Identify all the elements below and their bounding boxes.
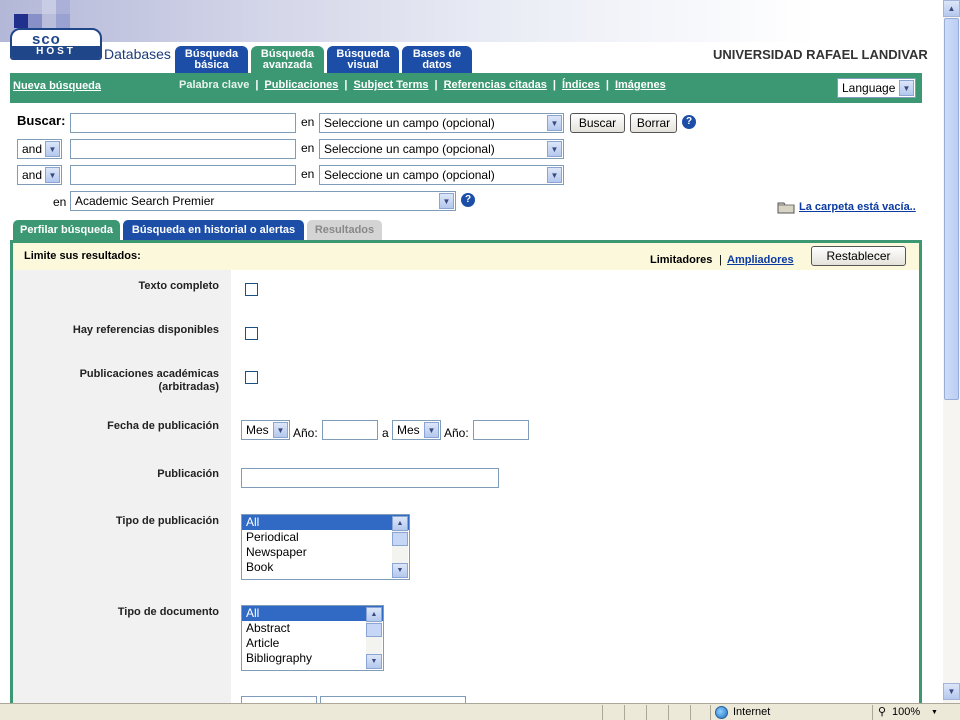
status-bar: Internet ⚲ 100% ▼: [0, 703, 960, 720]
scholarly-label: Publicaciones académicas (arbitradas): [79, 368, 219, 393]
limiters-label: Limitadores: [650, 254, 713, 266]
list-item[interactable]: Article: [242, 636, 383, 651]
clear-button[interactable]: Borrar: [630, 113, 677, 133]
list-item[interactable]: Periodical: [242, 530, 409, 545]
tab-advanced-search[interactable]: Búsqueda avanzada: [251, 46, 324, 74]
tab-results[interactable]: Resultados: [307, 220, 382, 240]
field-select-2[interactable]: Seleccione un campo (opcional) ▼: [319, 139, 564, 159]
expanders-link[interactable]: Ampliadores: [727, 254, 794, 266]
nav-subject-terms[interactable]: Subject Terms: [353, 79, 428, 91]
search-input-3[interactable]: [70, 165, 296, 185]
pub-date-label: Fecha de publicación: [107, 420, 219, 432]
scroll-up-icon[interactable]: ▲: [366, 607, 382, 622]
references-label: Hay referencias disponibles: [72, 324, 219, 336]
search-input-2[interactable]: [70, 139, 296, 159]
year-to-label: Año:: [444, 426, 469, 440]
in-label-3: en: [301, 167, 315, 181]
references-checkbox[interactable]: [245, 327, 258, 340]
pub-type-listbox[interactable]: All Periodical Newspaper Book ▲ ▼: [241, 514, 410, 580]
chevron-down-icon: ▼: [45, 167, 60, 183]
sub-navigation: Palabra clave | Publicaciones | Subject …: [179, 79, 666, 91]
tab-databases[interactable]: Bases de datos: [402, 46, 472, 73]
window-scrollbar[interactable]: ▲ ▼: [943, 0, 960, 703]
globe-icon: [715, 706, 728, 719]
date-to-label: a: [382, 426, 389, 440]
header-decoration: [0, 0, 960, 42]
tab-basic-search[interactable]: Búsqueda básica: [175, 46, 248, 73]
nav-publications[interactable]: Publicaciones: [264, 79, 338, 91]
chevron-down-icon: ▼: [931, 709, 938, 716]
operator-select-2[interactable]: and ▼: [17, 139, 62, 159]
list-item[interactable]: Bibliography: [242, 651, 383, 666]
full-text-checkbox[interactable]: [245, 283, 258, 296]
chevron-down-icon: ▼: [424, 422, 439, 438]
database-in-label: en: [53, 195, 67, 209]
field-select-3[interactable]: Seleccione un campo (opcional) ▼: [319, 165, 564, 185]
reset-button[interactable]: Restablecer: [811, 246, 906, 266]
nav-indexes[interactable]: Índices: [562, 79, 600, 91]
publication-label: Publicación: [157, 468, 219, 480]
ebsco-logo[interactable]: sco HOST: [10, 28, 102, 60]
search-input-1[interactable]: [70, 113, 296, 133]
scroll-thumb[interactable]: [944, 18, 959, 400]
operator-select-3[interactable]: and ▼: [17, 165, 62, 185]
folder-icon[interactable]: [777, 200, 795, 214]
nav-keyword[interactable]: Palabra clave: [179, 79, 249, 91]
institution-name: UNIVERSIDAD RAFAEL LANDIVAR: [713, 47, 928, 62]
chevron-down-icon: ▼: [439, 193, 454, 209]
listbox-scrollbar[interactable]: ▲ ▼: [392, 516, 408, 578]
zoom-control[interactable]: ⚲ 100% ▼: [872, 705, 942, 720]
year-to-input[interactable]: [473, 420, 529, 440]
scroll-down-icon[interactable]: ▼: [943, 683, 960, 700]
scroll-up-icon[interactable]: ▲: [392, 516, 408, 531]
list-item[interactable]: All: [242, 515, 409, 530]
zone-indicator[interactable]: Internet: [710, 705, 870, 720]
help-icon[interactable]: ?: [682, 115, 696, 129]
scroll-up-icon[interactable]: ▲: [943, 0, 960, 17]
limits-bar: Limite sus resultados: Limitadores | Amp…: [13, 243, 919, 270]
scroll-down-icon[interactable]: ▼: [392, 563, 408, 578]
listbox-scrollbar[interactable]: ▲ ▼: [366, 607, 382, 669]
pub-type-label: Tipo de publicación: [115, 515, 219, 527]
chevron-down-icon: ▼: [899, 80, 914, 96]
database-select[interactable]: Academic Search Premier ▼: [70, 191, 456, 211]
nav-images[interactable]: Imágenes: [615, 79, 666, 91]
list-item[interactable]: All: [242, 606, 383, 621]
search-button[interactable]: Buscar: [570, 113, 625, 133]
list-item[interactable]: Newspaper: [242, 545, 409, 560]
tab-visual-search[interactable]: Búsqueda visual: [327, 46, 399, 73]
database-help-icon[interactable]: ?: [461, 193, 475, 207]
chevron-down-icon: ▼: [547, 115, 562, 131]
chevron-down-icon: ▼: [547, 167, 562, 183]
tab-refine-search[interactable]: Perfilar búsqueda: [13, 220, 120, 240]
folder-link[interactable]: La carpeta está vacía..: [799, 201, 916, 213]
publication-input[interactable]: [241, 468, 499, 488]
nav-cited-references[interactable]: Referencias citadas: [444, 79, 547, 91]
chevron-down-icon: ▼: [273, 422, 288, 438]
tab-history-alerts[interactable]: Búsqueda en historial o alertas: [123, 220, 304, 240]
limits-title: Limite sus resultados:: [24, 250, 141, 262]
doc-type-listbox[interactable]: All Abstract Article Bibliography ▲ ▼: [241, 605, 384, 671]
databases-label: Databases: [104, 46, 171, 62]
chevron-down-icon: ▼: [45, 141, 60, 157]
in-label-2: en: [301, 141, 315, 155]
doc-type-label: Tipo de documento: [117, 606, 219, 618]
scroll-down-icon[interactable]: ▼: [366, 654, 382, 669]
chevron-down-icon: ▼: [547, 141, 562, 157]
full-text-label: Texto completo: [138, 280, 219, 292]
month-from-select[interactable]: Mes ▼: [241, 420, 290, 440]
field-select-1[interactable]: Seleccione un campo (opcional) ▼: [319, 113, 564, 133]
year-from-input[interactable]: [322, 420, 378, 440]
magnifier-icon: ⚲: [878, 706, 887, 718]
in-label-1: en: [301, 115, 315, 129]
list-item[interactable]: Book: [242, 560, 409, 575]
year-from-label: Año:: [293, 426, 318, 440]
month-to-select[interactable]: Mes ▼: [392, 420, 441, 440]
list-item[interactable]: Abstract: [242, 621, 383, 636]
scholarly-checkbox[interactable]: [245, 371, 258, 384]
new-search-link[interactable]: Nueva búsqueda: [13, 80, 101, 92]
language-select[interactable]: Language ▼: [837, 78, 916, 98]
search-label: Buscar:: [17, 113, 66, 128]
